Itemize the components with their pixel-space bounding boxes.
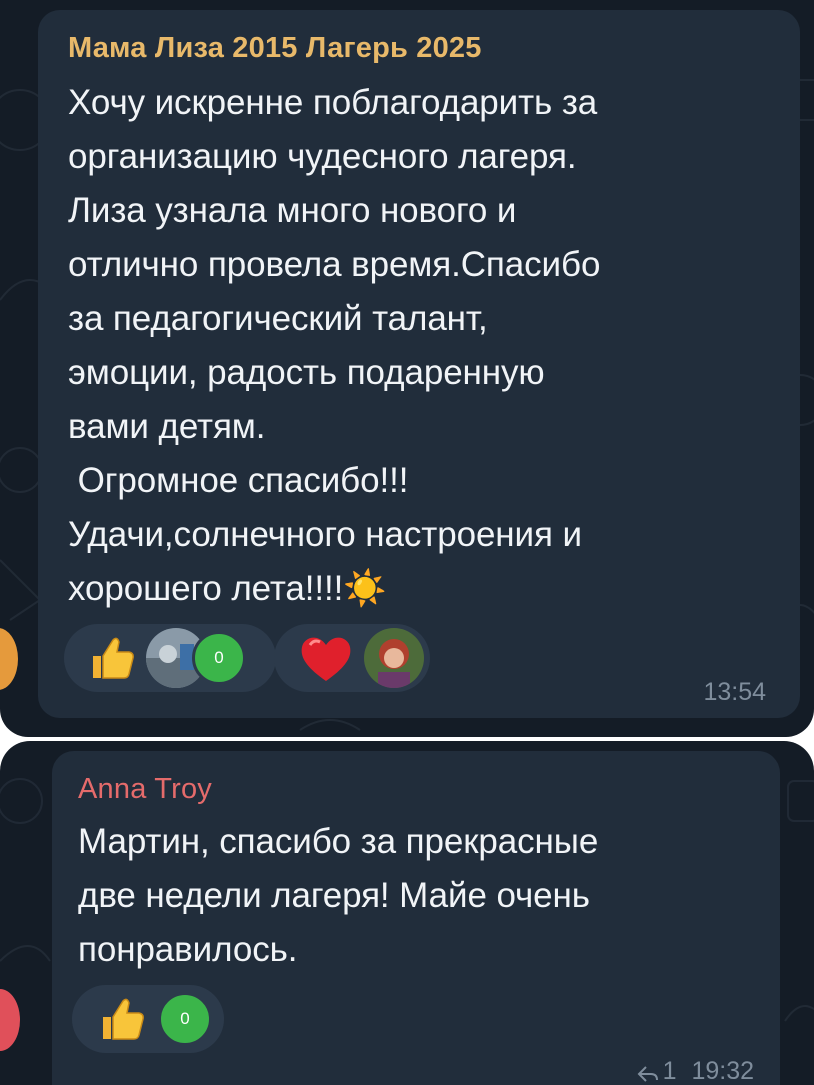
message-meta[interactable]: 1 19:32 [637, 1057, 754, 1085]
reply-count: 1 [662, 1057, 677, 1085]
message-author[interactable]: Мама Лиза 2015 Лагерь 2025 [68, 32, 482, 65]
thumbs-up-icon [82, 629, 140, 687]
reaction-count-badge: 0 [192, 631, 246, 685]
chat-screenshot-1: Мама Лиза 2015 Лагерь 2025 Хочу искренне… [0, 0, 814, 737]
message-bubble[interactable]: Мама Лиза 2015 Лагерь 2025 Хочу искренне… [38, 10, 800, 718]
message-text: Мартин, спасибо за прекрасные две недели… [78, 822, 599, 969]
message-author[interactable]: Anna Troy [78, 773, 212, 806]
message-bubble[interactable]: Anna Troy Мартин, спасибо за прекрасные … [52, 751, 780, 1085]
message-timestamp: 13:54 [703, 678, 766, 706]
reactor-avatar [364, 628, 424, 688]
reaction-thumbs-up[interactable]: 0 [64, 624, 276, 692]
thumbs-up-icon [92, 990, 150, 1048]
reaction-heart[interactable] [274, 624, 430, 692]
red-heart-icon [296, 629, 356, 687]
reaction-thumbs-up[interactable]: 0 [72, 985, 224, 1053]
reaction-count-badge: 0 [158, 992, 212, 1046]
reply-icon [637, 1062, 659, 1083]
message-text: Хочу искренне поблагодарить за организац… [68, 83, 601, 608]
message-timestamp: 19:32 [691, 1057, 754, 1085]
chat-screenshot-2: Anna Troy Мартин, спасибо за прекрасные … [0, 741, 814, 1085]
